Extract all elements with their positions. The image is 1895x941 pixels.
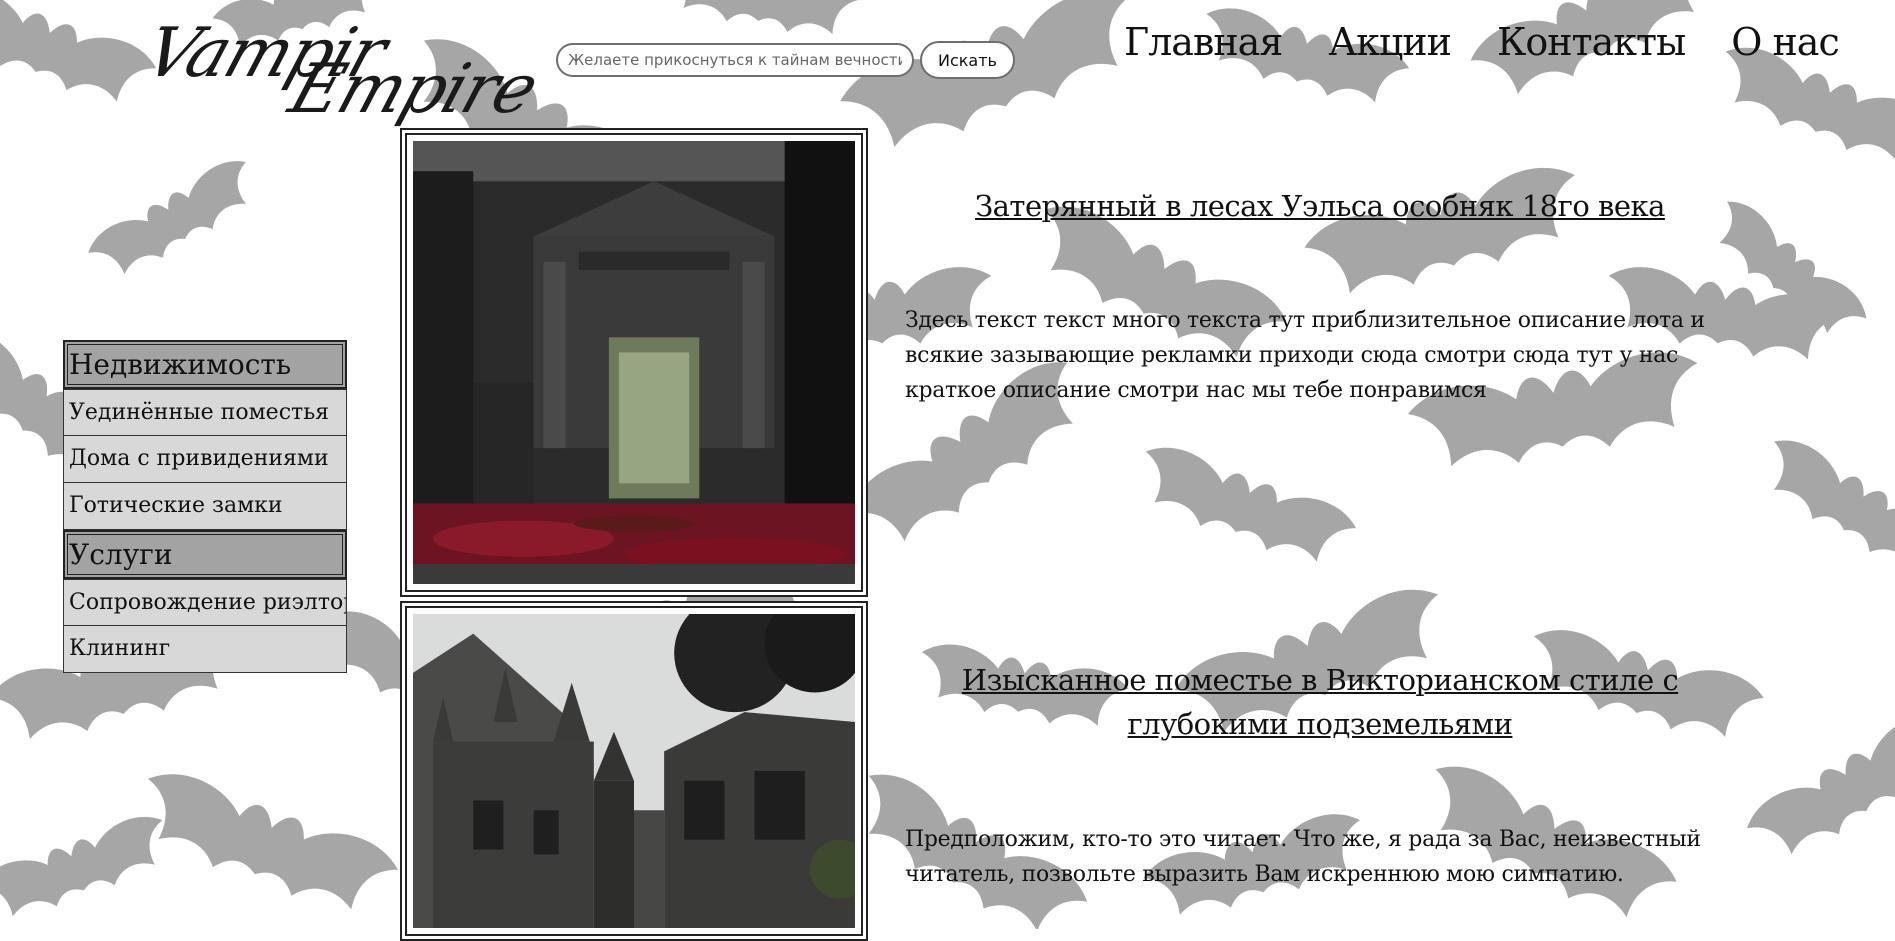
bat-silhouette [660,0,864,44]
nav-home[interactable]: Главная [1124,20,1283,64]
listing-description: Здесь текст текст много текста тут прибл… [905,308,1705,403]
sidebar-item-secluded-estates[interactable]: Уединённые поместья [63,389,347,436]
ruined-gateway-image [413,141,855,584]
sidebar-section-services[interactable]: Услуги [63,530,347,579]
top-navigation: Главная Акции Контакты О нас [1124,20,1840,64]
sidebar-item-realtor-escort[interactable]: Сопровождение риэлтора [63,579,347,626]
nav-contacts[interactable]: Контакты [1497,20,1686,64]
sidebar-item-gothic-castles[interactable]: Готические замки [63,483,347,530]
sidebar-section-real-estate[interactable]: Недвижимость [63,340,347,389]
bat-silhouette [1299,157,1592,310]
listing-photo-mansion[interactable] [400,128,868,597]
sidebar-menu: Недвижимость Уединённые поместья Дома с … [63,340,347,673]
bat-silhouette [82,151,267,290]
vampir-empire-logo[interactable]: Vampir Empire [135,14,546,129]
bat-silhouette [1750,429,1895,589]
nav-about[interactable]: О нас [1731,20,1839,64]
sidebar-item-cleaning[interactable]: Клининг [63,626,347,673]
search-button[interactable]: Искать [920,41,1015,79]
bat-silhouette [1128,438,1362,577]
logo-text-empire: Empire [280,50,546,129]
bat-silhouette [0,0,162,117]
search-input[interactable] [556,43,914,77]
gothic-church-image [413,614,855,928]
listing-description: Предположим, кто-то это читает. Что же, … [905,827,1701,887]
nav-promotions[interactable]: Акции [1328,20,1452,64]
bat-silhouette [1739,703,1895,873]
listing-photo-victorian-estate[interactable] [400,601,868,941]
bat-silhouette [0,808,178,929]
search-bar: Искать [556,41,1015,79]
bat-silhouette [127,762,404,927]
sidebar-item-haunted-houses[interactable]: Дома с привидениями [63,436,347,483]
listing-title[interactable]: Затерянный в лесах Уэльса особняк 18го в… [905,184,1735,228]
bat-silhouette [833,0,1154,168]
listing-title[interactable]: Изысканное поместье в Викторианском стил… [905,658,1735,746]
